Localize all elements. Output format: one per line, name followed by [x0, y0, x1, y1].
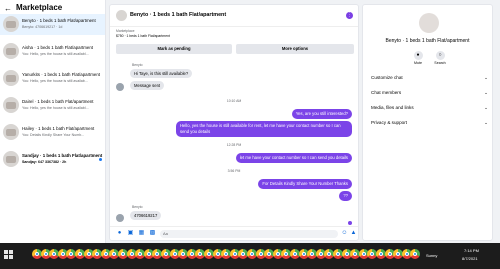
message-composer: ● ▣ ▦ ▩ Aa ☺ ▲ [110, 226, 358, 240]
chevron-down-icon: ⌄ [484, 75, 488, 80]
listing-actions: Mark as pending More options [116, 44, 354, 54]
chevron-down-icon: ⌄ [484, 105, 488, 110]
section-media-files-links[interactable]: Media, files and links ⌄ [371, 105, 488, 110]
chat-panel: Benyto · 1 beds 1 bath Flat/apartment ⋮ … [109, 4, 359, 241]
incoming-message: Message sent [130, 81, 165, 90]
chevron-down-icon: ⌄ [484, 120, 488, 125]
outgoing-message: Yes, are you still interested? [291, 109, 352, 119]
search-button[interactable]: ○ Search [429, 51, 451, 65]
gif-icon[interactable]: ▩ [149, 230, 156, 237]
message-input[interactable]: Aa [160, 230, 338, 238]
conversation-title: Hailey · 1 beds 1 bath Flat/apartment [22, 126, 95, 131]
details-title: Benyto · 1 beds 1 bath Flat/apartment [385, 38, 470, 44]
conversation-item[interactable]: Benyto · 1 beds 1 bath Flat/apartment Be… [0, 14, 105, 35]
section-label: Privacy & support [371, 120, 407, 125]
outgoing-message: ?? [339, 191, 352, 201]
outgoing-message: let me have your contact number so I can… [235, 153, 352, 163]
outgoing-message: Hello, yes the house is still available … [176, 121, 352, 137]
conversation-title: Aisha · 1 beds 1 bath Flat/apartment [22, 45, 94, 50]
mark-as-pending-button[interactable]: Mark as pending [116, 44, 232, 54]
bell-icon: ● [413, 51, 423, 60]
incoming-message: 4706619217 [130, 211, 162, 220]
conversation-details-panel: Benyto · 1 beds 1 bath Flat/apartment ● … [362, 4, 493, 241]
listing-thumbnail [3, 16, 19, 32]
message-thread: Benyto Hi Taye, is this still available?… [110, 59, 358, 226]
chevron-down-icon: ⌄ [484, 90, 488, 95]
windows-taskbar: Sunny 7:14 PM 8/7/2021 [0, 243, 500, 269]
listing-price-line[interactable]: $750 · 1 beds 1 bath Flat/apartment [116, 34, 170, 38]
thumbs-up-icon[interactable]: ▲ [350, 230, 357, 237]
avatar [116, 83, 124, 91]
timestamp: 12:28 PM [226, 143, 242, 147]
outgoing-message: For Details Kindly Share Your Number Tha… [258, 179, 352, 189]
chat-header: Benyto · 1 beds 1 bath Flat/apartment ⋮ [110, 5, 358, 27]
listing-info: Marketplace $750 · 1 beds 1 bath Flat/ap… [116, 29, 170, 38]
sidebar-heading: Marketplace [16, 3, 63, 12]
conversation-item[interactable]: Dairel · 1 beds 1 bath Flat/apartment Yo… [0, 95, 105, 116]
clock-date[interactable]: 8/7/2021 [462, 256, 478, 261]
search-icon: ○ [435, 51, 445, 60]
listing-avatar [419, 13, 439, 33]
conversation-preview: You: Hello, yes the house is still avail… [22, 52, 89, 56]
conversation-item[interactable]: Aisha · 1 beds 1 bath Flat/apartment You… [0, 41, 105, 62]
conversation-item[interactable]: Hailey · 1 beds 1 bath Flat/apartment Yo… [0, 122, 105, 143]
messenger-app: ← Marketplace Benyto · 1 beds 1 bath Fla… [0, 0, 500, 243]
conversation-list: Benyto · 1 beds 1 bath Flat/apartment Be… [0, 14, 105, 176]
conversation-item[interactable]: Yanurkits · 1 beds 1 bath Flat/apartment… [0, 68, 105, 89]
sender-name: Benyto [132, 63, 143, 67]
timestamp: 3:56 PM [227, 169, 241, 173]
conversation-preview: You: Details Kindly Share Your Numb... [22, 133, 85, 137]
conversation-preview: You: Hello, yes the house is still avail… [22, 106, 89, 110]
listing-thumbnail [3, 70, 19, 86]
clock-time[interactable]: 7:14 PM [464, 248, 479, 253]
emoji-icon[interactable]: ☺ [341, 230, 348, 237]
listing-thumbnail [3, 43, 19, 59]
more-options-button[interactable]: More options [236, 44, 354, 54]
conversation-title: Sandjay · 1 beds 1 bath Flat/apartment [22, 153, 103, 158]
arrow-left-icon[interactable]: ← [4, 4, 12, 13]
mute-label: Mute [414, 61, 422, 65]
more-dots-icon[interactable]: ⋮ [346, 12, 353, 19]
section-chat-members[interactable]: Chat members ⌄ [371, 90, 488, 95]
section-label: Customize chat [371, 75, 403, 80]
sender-name: Benyto [132, 205, 143, 209]
incoming-message: Hi Taye, is this still available? [130, 69, 193, 78]
chrome-app-icon[interactable] [410, 249, 421, 259]
seen-indicator [348, 221, 352, 225]
avatar [116, 214, 124, 222]
search-label: Search [434, 61, 446, 65]
section-label: Chat members [371, 90, 402, 95]
section-customize-chat[interactable]: Customize chat ⌄ [371, 75, 488, 80]
conversation-title: Benyto · 1 beds 1 bath Flat/apartment [22, 18, 96, 23]
conversation-preview: Sandjay: 647 3367382 · 2h [22, 160, 67, 164]
sticker-icon[interactable]: ▦ [138, 230, 145, 237]
timestamp: 10:10 AM [226, 99, 242, 103]
section-privacy-support[interactable]: Privacy & support ⌄ [371, 120, 488, 125]
listing-thumbnail [3, 124, 19, 140]
section-label: Media, files and links [371, 105, 414, 110]
windows-start-icon[interactable] [4, 250, 13, 259]
conversation-sidebar: ← Marketplace Benyto · 1 beds 1 bath Fla… [0, 0, 106, 243]
marketplace-label: Marketplace [116, 29, 135, 33]
weather-label[interactable]: Sunny [426, 253, 437, 258]
unread-indicator [99, 158, 102, 161]
chat-title[interactable]: Benyto · 1 beds 1 bath Flat/apartment [130, 12, 226, 18]
image-icon[interactable]: ▣ [127, 230, 134, 237]
avatar[interactable] [116, 10, 127, 21]
microphone-icon[interactable]: ● [116, 230, 123, 237]
listing-thumbnail [3, 97, 19, 113]
mute-button[interactable]: ● Mute [407, 51, 429, 65]
conversation-title: Dairel · 1 beds 1 bath Flat/apartment [22, 99, 94, 104]
conversation-item[interactable]: Sandjay · 1 beds 1 bath Flat/apartment S… [0, 149, 105, 170]
conversation-preview: You: Hello, yes the house is still avail… [22, 79, 88, 83]
listing-thumbnail [3, 151, 19, 167]
conversation-preview: Benyto: 4706619217 · 1d [22, 25, 63, 29]
conversation-title: Yanurkits · 1 beds 1 bath Flat/apartment [22, 72, 101, 77]
